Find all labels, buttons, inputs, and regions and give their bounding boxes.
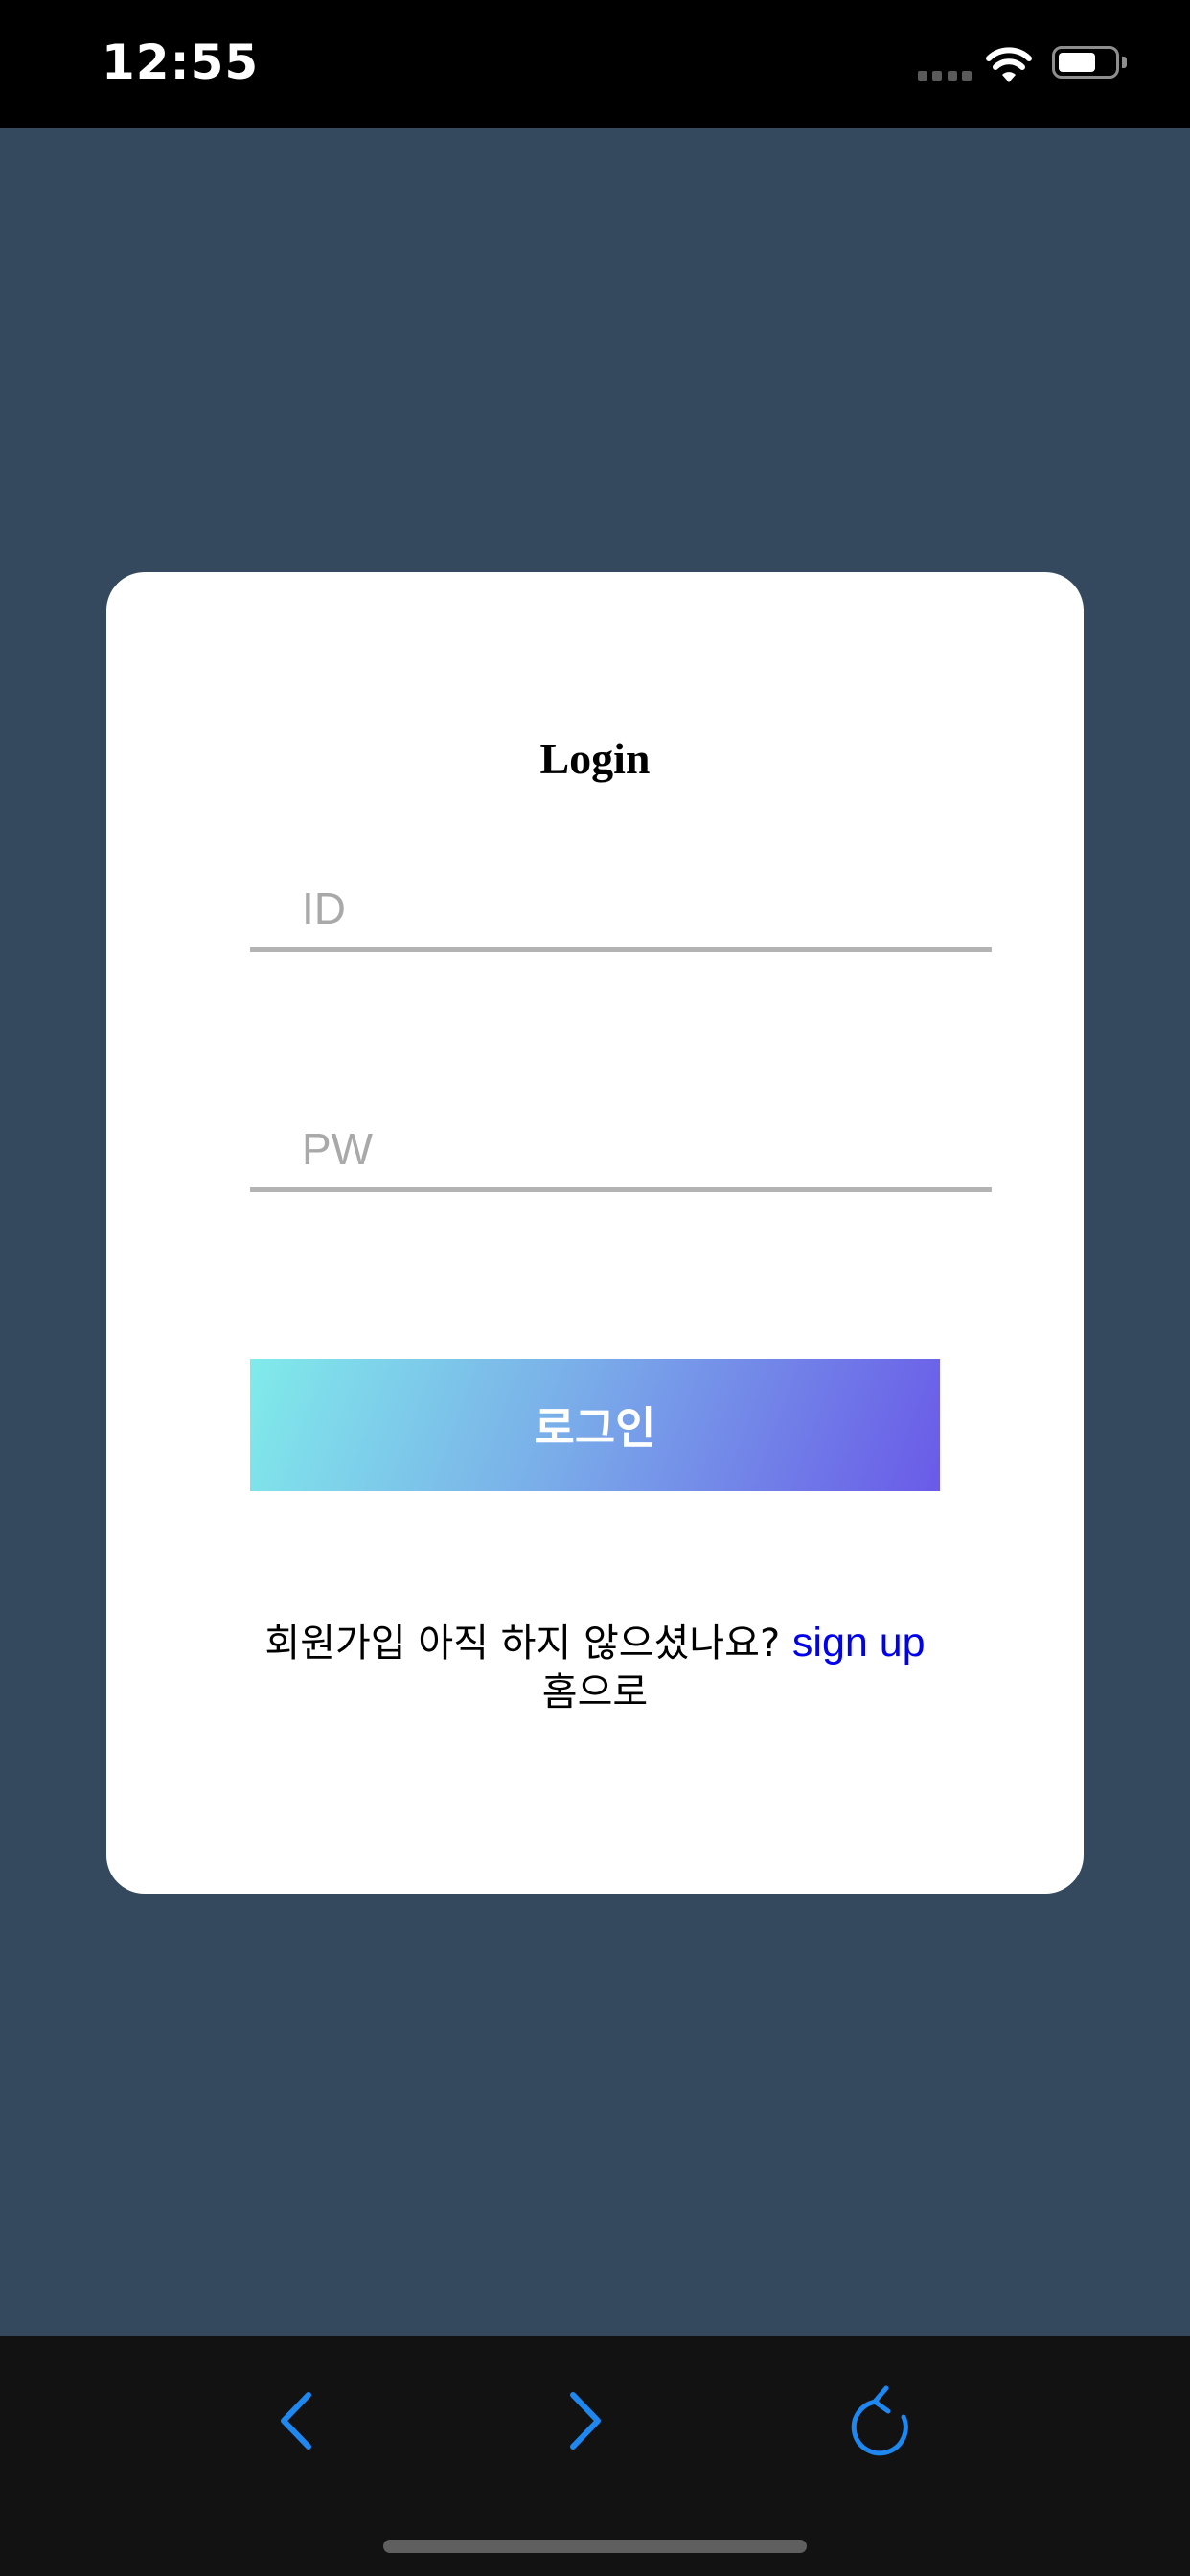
- status-bar: 12:55: [0, 0, 1190, 128]
- forward-button[interactable]: [537, 2373, 632, 2469]
- browser-toolbar: [0, 2336, 1190, 2576]
- signup-prompt-line: 회원가입 아직 하지 않으셨나요? sign up: [106, 1612, 1084, 1668]
- reload-button[interactable]: [834, 2373, 929, 2469]
- reload-icon: [851, 2385, 908, 2456]
- home-link[interactable]: 홈으로: [106, 1661, 1084, 1716]
- login-title: Login: [539, 734, 651, 783]
- password-input[interactable]: [250, 1111, 992, 1192]
- back-button[interactable]: [249, 2373, 345, 2469]
- home-indicator: [383, 2540, 807, 2553]
- signup-prompt-text: 회원가입 아직 하지 않으셨나요?: [264, 1622, 781, 1666]
- status-time: 12:55: [102, 34, 260, 90]
- chevron-left-icon: [281, 2392, 311, 2450]
- cellular-signal-icon: [918, 71, 972, 80]
- chevron-right-icon: [570, 2392, 601, 2450]
- signup-link[interactable]: sign up: [792, 1620, 926, 1666]
- battery-icon: [1052, 46, 1119, 79]
- id-input[interactable]: [250, 870, 992, 952]
- battery-level: [1059, 53, 1095, 72]
- wifi-icon: [986, 47, 1032, 82]
- login-card: Login 로그인 회원가입 아직 하지 않으셨나요? sign up 홈으로: [106, 572, 1084, 1894]
- battery-cap: [1122, 57, 1127, 68]
- login-button[interactable]: 로그인: [250, 1359, 940, 1491]
